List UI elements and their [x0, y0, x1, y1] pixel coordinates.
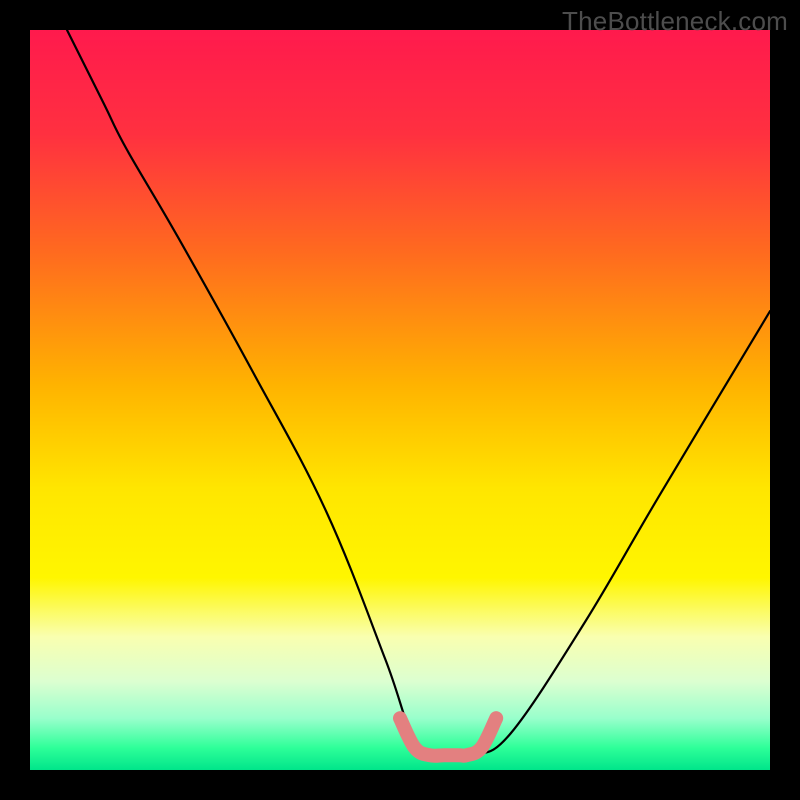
chart-frame: TheBottleneck.com — [0, 0, 800, 800]
watermark-text: TheBottleneck.com — [562, 6, 788, 37]
series-bottleneck-curve — [67, 30, 770, 758]
series-flat-region-marker — [400, 718, 496, 756]
plot-area — [30, 30, 770, 770]
curve-layer — [30, 30, 770, 770]
